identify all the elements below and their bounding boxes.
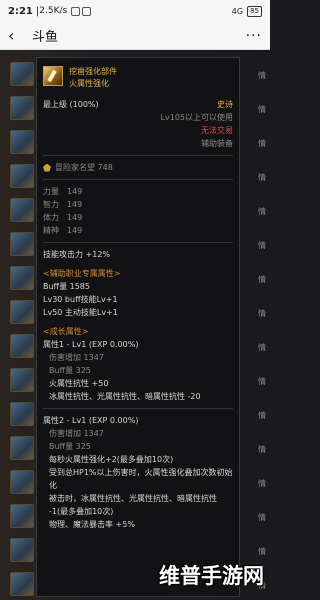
side-label: 情	[258, 411, 266, 420]
stat-label: 精神	[43, 226, 59, 235]
side-label: 情	[258, 71, 266, 80]
fame-row: 冒险家名望 748	[43, 161, 233, 174]
item-rarity: 史诗	[217, 100, 233, 109]
network-speed: 2.5K/s	[39, 6, 68, 16]
attr1-lines: 伤害增加 1347 Buff量 325	[43, 351, 233, 377]
item-name: 挖凿强化部件	[69, 67, 117, 76]
attr-effect: 物理、魔法暴击率 +5%	[49, 520, 135, 529]
inventory-slot[interactable]	[10, 504, 34, 528]
item-type: 辅助装备	[201, 139, 233, 148]
stat-label: 力量	[43, 187, 59, 196]
stat-list: 力量 149 智力 149 体力 149 精神 149	[43, 185, 233, 237]
page-title: 斗鱼	[32, 30, 59, 45]
more-icon[interactable]: ···	[246, 28, 262, 44]
item-header: 挖凿强化部件 火属性强化	[43, 66, 233, 90]
item-subtitle: 火属性强化	[69, 79, 109, 88]
app-bar: ‹ 斗鱼 ···	[0, 22, 270, 50]
attr2-title: 属性2 - Lv1 (EXP 0.00%)	[43, 416, 139, 425]
attr-line: 伤害增加 1347	[49, 429, 104, 438]
growth-section-title: <成长属性>	[43, 327, 89, 336]
notification-icon	[82, 6, 92, 16]
divider	[43, 242, 233, 243]
notification-icons	[71, 6, 92, 16]
divider	[43, 155, 233, 156]
buffer-section-title: <辅助职业专属属性>	[43, 269, 121, 278]
attr-effect: 受到总HP1%以上伤害时，火属性强化叠加次数初始化	[49, 468, 233, 490]
status-bar: 2:21 | 2.5K/s 4G 85	[0, 0, 270, 22]
signal-icon: 4G	[231, 6, 244, 16]
stat-row: 力量 149	[43, 185, 233, 198]
level-requirement: Lv105以上可以使用	[160, 113, 233, 122]
divider	[43, 179, 233, 180]
inventory-slot[interactable]	[10, 232, 34, 256]
side-label: 情	[258, 309, 266, 318]
inventory-slot[interactable]	[10, 572, 34, 596]
inventory-slot[interactable]	[10, 470, 34, 494]
side-label: 情	[258, 139, 266, 148]
stat-label: 智力	[43, 200, 59, 209]
attr-effect: 被击时，冰属性抗性、光属性抗性、暗属性抗性 -1(最多叠加10次)	[49, 494, 217, 516]
inventory-slot[interactable]	[10, 538, 34, 562]
stat-value: 149	[67, 213, 83, 222]
attr2-effects: 每秒火属性强化+2(最多叠加10次) 受到总HP1%以上伤害时，火属性强化叠加次数…	[43, 453, 233, 531]
side-label: 情	[258, 445, 266, 454]
buffer-line: Lv30 buff技能Lv+1	[43, 295, 118, 304]
attr1-effects: 火属性抗性 +50 冰属性抗性、光属性抗性、暗属性抗性 -20	[43, 377, 233, 403]
attr-line: 伤害增加 1347	[49, 353, 104, 362]
inventory-slot[interactable]	[10, 334, 34, 358]
attr-effect: 冰属性抗性、光属性抗性、暗属性抗性 -20	[49, 392, 201, 401]
fame-value: 冒险家名望 748	[55, 163, 113, 172]
inventory-slot[interactable]	[10, 300, 34, 324]
watermark: 维普手游网	[159, 564, 264, 588]
battery-icon: 85	[247, 5, 262, 17]
status-right: 4G 85	[231, 5, 262, 17]
attr-line: Buff量 325	[49, 366, 91, 375]
inventory-slot[interactable]	[10, 402, 34, 426]
item-icon	[43, 66, 63, 86]
side-label: 情	[258, 207, 266, 216]
buffer-line: Buff量 1585	[43, 282, 90, 291]
inventory-slot[interactable]	[10, 198, 34, 222]
side-label: 情	[258, 377, 266, 386]
fame-icon	[43, 163, 51, 172]
divider	[43, 408, 233, 409]
side-label: 情	[258, 275, 266, 284]
attr-effect: 每秒火属性强化+2(最多叠加10次)	[49, 455, 174, 464]
item-grade: 最上级 (100%)	[43, 100, 99, 109]
stat-value: 149	[67, 187, 83, 196]
trade-status: 无法交易	[201, 126, 233, 135]
stat-row: 体力 149	[43, 211, 233, 224]
inventory-slot[interactable]	[10, 96, 34, 120]
side-label: 情	[258, 105, 266, 114]
notification-icon	[71, 6, 81, 16]
attr1-title: 属性1 - Lv1 (EXP 0.00%)	[43, 340, 139, 349]
stat-label: 体力	[43, 213, 59, 222]
attr2-lines: 伤害增加 1347 Buff量 325	[43, 427, 233, 453]
stat-row: 精神 149	[43, 224, 233, 237]
stat-row: 智力 149	[43, 198, 233, 211]
inventory-slot[interactable]	[10, 62, 34, 86]
side-label: 情	[258, 343, 266, 352]
inventory-slot[interactable]	[10, 436, 34, 460]
stat-value: 149	[67, 200, 83, 209]
side-label: 情	[258, 173, 266, 182]
attr-line: Buff量 325	[49, 442, 91, 451]
side-label: 情	[258, 241, 266, 250]
side-label: 情	[258, 479, 266, 488]
buffer-line: Lv50 主动技能Lv+1	[43, 308, 118, 317]
item-tooltip: 挖凿强化部件 火属性强化 最上级 (100%) 史诗 Lv105以上可以使用 无…	[36, 57, 240, 597]
side-label: 情	[258, 513, 266, 522]
inventory-slot[interactable]	[10, 368, 34, 392]
back-icon[interactable]: ‹	[8, 26, 26, 45]
status-time: 2:21	[8, 5, 33, 17]
side-label: 情	[258, 547, 266, 556]
buffer-lines: Buff量 1585 Lv30 buff技能Lv+1 Lv50 主动技能Lv+1	[43, 280, 233, 319]
stat-value: 149	[67, 226, 83, 235]
inventory-slot[interactable]	[10, 266, 34, 290]
inventory-slot[interactable]	[10, 164, 34, 188]
inventory-slot[interactable]	[10, 130, 34, 154]
attr-effect: 火属性抗性 +50	[49, 379, 109, 388]
skill-attack: 技能攻击力 +12%	[43, 250, 111, 259]
